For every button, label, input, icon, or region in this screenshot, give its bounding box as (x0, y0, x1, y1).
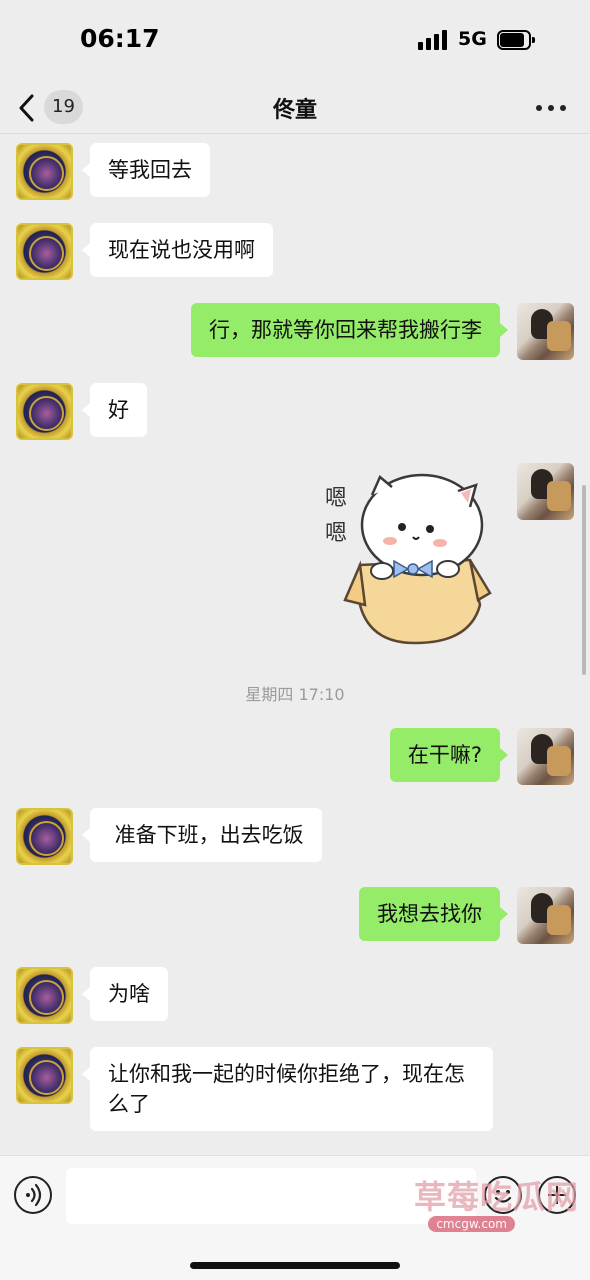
voice-input-button[interactable] (14, 1176, 52, 1214)
self-avatar[interactable] (517, 463, 574, 520)
incoming-message-bubble[interactable]: 准备下班，出去吃饭 (82, 808, 322, 862)
incoming-message-bubble[interactable]: 等我回去 (82, 143, 210, 197)
outgoing-message-bubble[interactable]: 我想去找你 (359, 887, 508, 941)
incoming-message-bubble[interactable]: 现在说也没用啊 (82, 223, 273, 277)
self-avatar[interactable] (517, 303, 574, 360)
signal-strength-icon (418, 30, 450, 50)
contact-avatar[interactable] (16, 143, 73, 200)
more-functions-button[interactable] (538, 1176, 576, 1214)
chat-timestamp: 星期四 17:10 (245, 685, 345, 704)
message-input[interactable] (66, 1168, 476, 1224)
battery-icon (497, 30, 535, 50)
cat-in-box-sticker: 嗯 嗯 (325, 473, 492, 645)
chat-title: 佟童 (272, 98, 317, 123)
more-options-button[interactable] (534, 96, 568, 120)
incoming-message-bubble[interactable]: 为啥 (82, 967, 168, 1021)
status-bar: 06:17 5G (0, 0, 590, 80)
contact-avatar[interactable] (16, 967, 73, 1024)
svg-text:嗯: 嗯 (325, 521, 347, 546)
input-bar (0, 1155, 590, 1280)
incoming-message-bubble[interactable]: 让你和我一起的时候你拒绝了，现在怎么了 (82, 1047, 493, 1131)
voice-icon (26, 1183, 42, 1207)
contact-avatar[interactable] (16, 1047, 73, 1104)
self-avatar[interactable] (517, 728, 574, 785)
contact-avatar[interactable] (16, 383, 73, 440)
network-type: 5G (458, 28, 487, 50)
emoji-button[interactable] (484, 1176, 522, 1214)
contact-avatar[interactable] (16, 808, 73, 865)
outgoing-message-bubble[interactable]: 行，那就等你回来帮我搬行李 (191, 303, 508, 357)
smiley-icon (494, 1190, 512, 1203)
scrollbar[interactable] (582, 485, 586, 675)
incoming-message-bubble[interactable]: 好 (82, 383, 147, 437)
svg-text:嗯: 嗯 (325, 486, 347, 511)
self-avatar[interactable] (517, 887, 574, 944)
sticker-message[interactable]: 嗯 嗯 (320, 465, 500, 645)
contact-avatar[interactable] (16, 223, 73, 280)
chat-header: 19 佟童 (0, 80, 590, 134)
home-indicator[interactable] (190, 1262, 400, 1269)
status-time: 06:17 (80, 24, 160, 53)
message-list[interactable]: 等我回去 现在说也没用啊 行，那就等你回来帮我搬行李 好 嗯 嗯 星期四 17:… (0, 135, 590, 1155)
outgoing-message-bubble[interactable]: 在干嘛? (389, 728, 509, 782)
